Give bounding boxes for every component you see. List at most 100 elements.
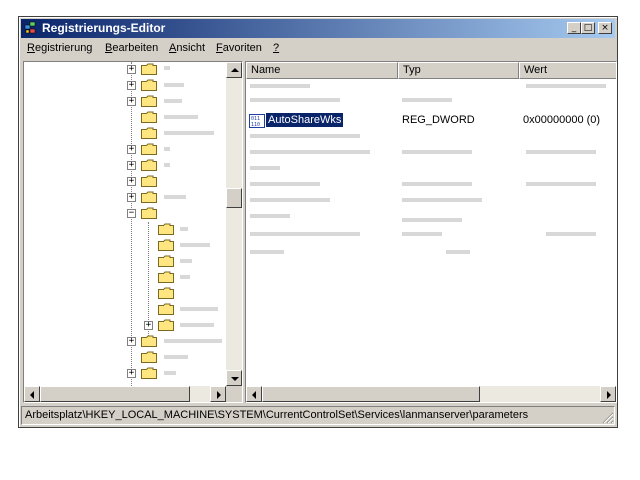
scroll-right-button[interactable] (600, 386, 616, 402)
scroll-up-button[interactable] (226, 62, 242, 78)
menu-bearbeiten[interactable]: Bearbeiten (105, 42, 158, 54)
column-header-type[interactable]: Typ (398, 62, 519, 79)
expand-toggle[interactable]: + (127, 337, 136, 346)
expand-toggle[interactable]: + (127, 161, 136, 170)
expand-toggle[interactable]: + (127, 81, 136, 90)
value-row-name[interactable] (250, 166, 280, 170)
close-button[interactable]: × (598, 22, 612, 34)
collapse-toggle[interactable]: − (127, 209, 136, 218)
expand-toggle[interactable]: + (144, 321, 153, 330)
folder-icon (158, 303, 174, 315)
tree-key-label[interactable] (164, 115, 198, 119)
folder-icon (158, 255, 174, 267)
expand-toggle[interactable]: + (127, 193, 136, 202)
value-row-name[interactable] (250, 182, 320, 186)
folder-icon (141, 127, 157, 139)
folder-icon (141, 79, 157, 91)
maximize-button[interactable]: □ (581, 22, 595, 34)
value-row-data (526, 84, 606, 88)
value-row-type (446, 250, 470, 254)
scroll-thumb[interactable] (40, 386, 190, 402)
tree-key-label[interactable] (180, 275, 190, 279)
value-row-type (402, 198, 482, 202)
menu-help[interactable]: ? (273, 42, 279, 54)
tree-key-label[interactable] (180, 227, 188, 231)
values-list-pane[interactable]: Name Typ Wert 011 110 AutoShareWks REG_D… (245, 61, 617, 403)
expand-toggle[interactable]: + (127, 177, 136, 186)
value-row-name[interactable] (250, 134, 360, 138)
value-row-name[interactable] (250, 198, 330, 202)
menu-registrierung[interactable]: Registrierung (27, 42, 92, 54)
resize-grip-icon[interactable] (602, 412, 614, 424)
arrow-down-icon (231, 377, 239, 381)
maximize-icon: □ (583, 23, 593, 33)
folder-icon (141, 175, 157, 187)
title-bar[interactable]: Registrierungs-Editor _ □ × (21, 19, 615, 38)
value-row-data (546, 232, 596, 236)
value-row-name[interactable] (250, 150, 370, 154)
tree-key-label[interactable] (180, 307, 218, 311)
window-title: Registrierungs-Editor (42, 21, 166, 35)
folder-icon (141, 367, 157, 379)
status-path: Arbeitsplatz\HKEY_LOCAL_MACHINE\SYSTEM\C… (25, 409, 529, 421)
folder-icon (158, 239, 174, 251)
expand-toggle[interactable]: + (127, 97, 136, 106)
value-row-name[interactable] (250, 98, 340, 102)
selected-value-name[interactable]: AutoShareWks (264, 112, 345, 128)
scroll-corner (226, 386, 242, 402)
tree-key-label[interactable] (164, 163, 170, 167)
menu-favoriten[interactable]: Favoriten (216, 42, 262, 54)
tree-key-label[interactable] (164, 99, 182, 103)
value-row-name[interactable] (250, 232, 360, 236)
tree-key-label[interactable] (164, 83, 184, 87)
selected-value-data: 0x00000000 (0) (523, 114, 601, 126)
folder-icon (141, 191, 157, 203)
tree-key-label[interactable] (164, 131, 214, 135)
column-header-value[interactable]: Wert (519, 62, 616, 79)
tree-key-label[interactable] (164, 339, 222, 343)
tree-key-label[interactable] (164, 195, 186, 199)
folder-icon (141, 111, 157, 123)
folder-icon (158, 287, 174, 299)
folder-open-icon (141, 207, 157, 219)
column-header-name[interactable]: Name (246, 62, 398, 79)
value-row-type (402, 182, 472, 186)
value-row-type (402, 218, 462, 222)
value-row-name[interactable] (250, 250, 284, 254)
list-horizontal-scrollbar[interactable] (246, 386, 616, 402)
value-row-type (402, 150, 472, 154)
tree-key-label[interactable] (164, 147, 170, 151)
tree-key-label[interactable] (164, 371, 176, 375)
svg-text:110: 110 (251, 122, 260, 128)
folder-icon (158, 223, 174, 235)
expand-toggle[interactable]: + (127, 369, 136, 378)
scroll-down-button[interactable] (226, 370, 242, 386)
scroll-thumb[interactable] (226, 188, 242, 208)
expand-toggle[interactable]: + (127, 145, 136, 154)
tree-horizontal-scrollbar[interactable] (24, 386, 226, 402)
minimize-button[interactable]: _ (567, 22, 581, 34)
scroll-right-button[interactable] (210, 386, 226, 402)
scroll-thumb[interactable] (262, 386, 480, 402)
tree-key-label[interactable] (180, 243, 210, 247)
folder-icon (141, 95, 157, 107)
tree-vertical-scrollbar[interactable] (226, 62, 242, 386)
tree-key-label[interactable] (180, 323, 214, 327)
expand-toggle[interactable]: + (127, 65, 136, 74)
menu-bar: Registrierung Bearbeiten Ansicht Favorit… (21, 40, 615, 57)
value-row-name[interactable] (250, 214, 290, 218)
folder-icon (141, 335, 157, 347)
tree-key-label[interactable] (164, 355, 188, 359)
selected-value-type: REG_DWORD (402, 114, 475, 126)
scroll-left-button[interactable] (246, 386, 262, 402)
value-row-name[interactable] (250, 84, 310, 88)
tree-key-label[interactable] (164, 66, 170, 70)
key-tree-pane[interactable]: + + + + + + + − + + + (23, 61, 243, 403)
arrow-up-icon (231, 68, 239, 72)
arrow-right-icon (217, 391, 221, 399)
scroll-left-button[interactable] (24, 386, 40, 402)
registry-editor-icon (24, 21, 36, 34)
tree-key-label[interactable] (180, 259, 192, 263)
registry-editor-window: Registrierungs-Editor _ □ × Registrierun… (18, 16, 618, 428)
menu-ansicht[interactable]: Ansicht (169, 42, 205, 54)
